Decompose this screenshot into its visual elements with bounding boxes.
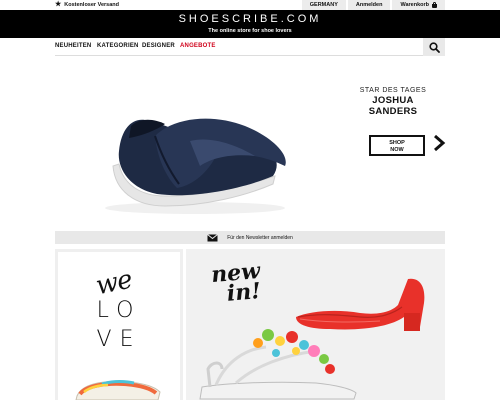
hero-subtitle: STAR DES TAGES [359, 87, 427, 94]
search-button[interactable] [423, 38, 445, 56]
shopping-bag-icon [432, 1, 437, 8]
we-love-tile-inner: we LO VE [58, 252, 180, 400]
love-line-2: VE [96, 327, 142, 352]
login-link[interactable]: Anmelden [347, 0, 391, 10]
we-love-tile[interactable]: we LO VE [55, 249, 183, 400]
main-navigation: NEUHEITEN KATEGORIEN DESIGNER ANGEBOTE [55, 38, 445, 56]
cart-label: Warenkorb [400, 2, 429, 8]
nav-item-neuheiten[interactable]: NEUHEITEN [55, 43, 91, 49]
utility-links: GERMANY Anmelden Warenkorb [300, 0, 445, 10]
new-in-line2: in! [225, 277, 262, 307]
nav-item-kategorien[interactable]: KATEGORIEN [97, 43, 139, 49]
star-icon: ★ [55, 1, 62, 8]
chevron-right-icon[interactable] [432, 134, 446, 152]
top-utility-bar: ★ Kostenloser Versand GERMANY Anmelden W… [0, 0, 500, 10]
nav-item-angebote[interactable]: ANGEBOTE [180, 43, 216, 49]
hero-text: STAR DES TAGES JOSHUA SANDERS [358, 87, 428, 117]
cart-link[interactable]: Warenkorb [392, 0, 445, 10]
hero-designer-name[interactable]: JOSHUA SANDERS [358, 95, 428, 117]
newsletter-label: Für den Newsletter anmelden [227, 234, 293, 241]
free-shipping-label: Kostenloser Versand [64, 1, 119, 8]
espadrille-image [75, 380, 161, 400]
envelope-icon [207, 233, 219, 241]
shop-now-line2: NOW [390, 146, 404, 153]
free-shipping-notice: ★ Kostenloser Versand [55, 1, 119, 8]
search-icon [428, 41, 440, 53]
new-in-script: new in! [210, 258, 262, 307]
shop-now-button[interactable]: SHOP NOW [369, 135, 425, 156]
hero-shoe-image [105, 118, 286, 214]
pompom-sandal-image [199, 329, 357, 400]
hero-banner[interactable]: STAR DES TAGES JOSHUA SANDERS SHOP NOW [0, 56, 500, 226]
site-tagline: The online store for shoe lovers [208, 28, 292, 34]
we-love-script: we [93, 264, 135, 302]
love-line-1: LO [96, 298, 142, 323]
site-header: SHOESCRIBE.COM The online store for shoe… [0, 10, 500, 38]
newsletter-signup-bar[interactable]: Für den Newsletter anmelden [55, 231, 445, 244]
site-logo[interactable]: SHOESCRIBE.COM [0, 13, 500, 25]
new-in-tile[interactable]: new in! [186, 249, 445, 400]
nav-item-designer[interactable]: DESIGNER [142, 43, 175, 49]
country-selector[interactable]: GERMANY [301, 0, 346, 10]
